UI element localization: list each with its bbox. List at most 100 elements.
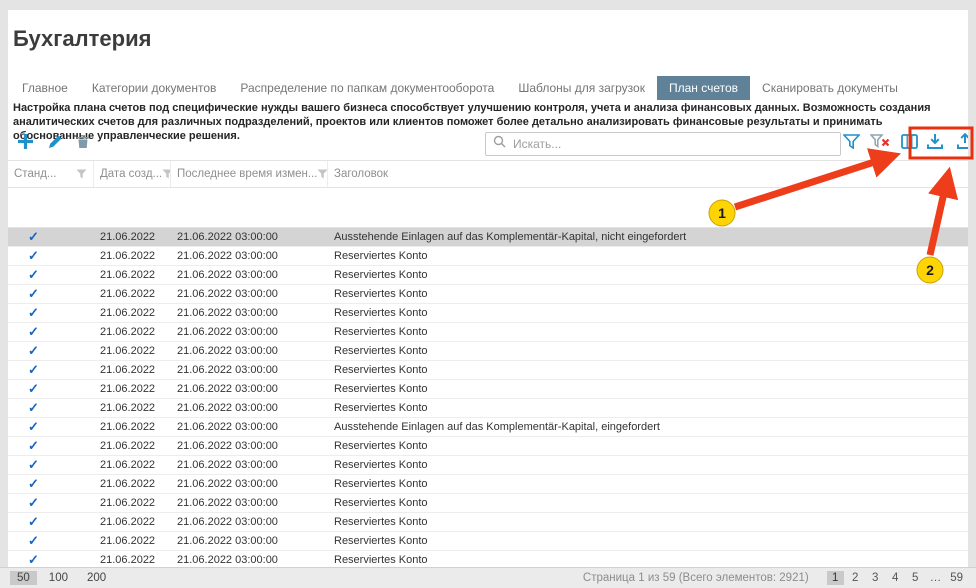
table-row[interactable]: ✓ 21.06.2022 21.06.2022 03:00:00 Reservi…: [8, 342, 968, 361]
table-row[interactable]: ✓ 21.06.2022 21.06.2022 03:00:00 Reservi…: [8, 475, 968, 494]
table-row[interactable]: ✓ 21.06.2022 21.06.2022 03:00:00 Reservi…: [8, 285, 968, 304]
table-row[interactable]: ✓ 21.06.2022 21.06.2022 03:00:00 Reservi…: [8, 304, 968, 323]
table-row[interactable]: ✓ 21.06.2022 21.06.2022 03:00:00 Reservi…: [8, 399, 968, 418]
table-row[interactable]: ✓ 21.06.2022 21.06.2022 03:00:00 Aussteh…: [8, 418, 968, 437]
checkbox-checked-icon[interactable]: ✓: [28, 306, 39, 320]
table-row[interactable]: ✓ 21.06.2022 21.06.2022 03:00:00 Reservi…: [8, 437, 968, 456]
search-input[interactable]: [513, 137, 833, 151]
row-checkbox-cell: ✓: [8, 249, 94, 263]
checkbox-checked-icon[interactable]: ✓: [28, 515, 39, 529]
row-checkbox-cell: ✓: [8, 496, 94, 510]
page-size-100[interactable]: 100: [42, 571, 75, 585]
column-chooser-button[interactable]: [897, 132, 921, 156]
row-date: 21.06.2022: [94, 307, 171, 319]
table-row[interactable]: ✓ 21.06.2022 21.06.2022 03:00:00 Reservi…: [8, 456, 968, 475]
column-header-title[interactable]: Заголовок: [328, 161, 968, 187]
delete-button[interactable]: [71, 132, 95, 156]
row-title: Reserviertes Konto: [328, 535, 968, 547]
row-title: Reserviertes Konto: [328, 478, 968, 490]
checkbox-checked-icon[interactable]: ✓: [28, 477, 39, 491]
table-row[interactable]: ✓ 21.06.2022 21.06.2022 03:00:00 Reservi…: [8, 532, 968, 551]
row-checkbox-cell: ✓: [8, 458, 94, 472]
table-row[interactable]: ✓ 21.06.2022 21.06.2022 03:00:00 Reservi…: [8, 494, 968, 513]
accounts-table: Станд... Дата созд... Последнее время из…: [8, 160, 968, 567]
checkbox-checked-icon[interactable]: ✓: [28, 458, 39, 472]
row-checkbox-cell: ✓: [8, 382, 94, 396]
table-row[interactable]: ✓ 21.06.2022 21.06.2022 03:00:00 Reservi…: [8, 551, 968, 567]
table-row[interactable]: ✓ 21.06.2022 21.06.2022 03:00:00 Reservi…: [8, 266, 968, 285]
row-datetime: 21.06.2022 03:00:00: [171, 554, 328, 566]
row-datetime: 21.06.2022 03:00:00: [171, 459, 328, 471]
row-datetime: 21.06.2022 03:00:00: [171, 421, 328, 433]
row-title: Reserviertes Konto: [328, 307, 968, 319]
filter-funnel-icon: [843, 134, 860, 154]
page-size-200[interactable]: 200: [80, 571, 113, 585]
row-title: Reserviertes Konto: [328, 440, 968, 452]
tab-main[interactable]: Главное: [10, 76, 80, 100]
tab-folder-distribution[interactable]: Распределение по папкам документооборота: [228, 76, 506, 100]
import-upload-button[interactable]: [953, 132, 968, 156]
checkbox-checked-icon[interactable]: ✓: [28, 553, 39, 567]
row-date: 21.06.2022: [94, 383, 171, 395]
column-header-last-modified[interactable]: Последнее время измен...: [171, 161, 328, 187]
table-row[interactable]: ✓ 21.06.2022 21.06.2022 03:00:00 Aussteh…: [8, 228, 968, 247]
page-button-4[interactable]: 4: [887, 571, 904, 585]
checkbox-checked-icon[interactable]: ✓: [28, 496, 39, 510]
page-button-3[interactable]: 3: [867, 571, 884, 585]
row-title: Reserviertes Konto: [328, 554, 968, 566]
page-title: Бухгалтерия: [13, 26, 151, 52]
checkbox-checked-icon[interactable]: ✓: [28, 268, 39, 282]
row-title: Reserviertes Konto: [328, 383, 968, 395]
row-date: 21.06.2022: [94, 440, 171, 452]
add-button[interactable]: [13, 132, 37, 156]
column-header-standard[interactable]: Станд...: [8, 161, 94, 187]
column-label: Дата созд...: [100, 168, 162, 180]
checkbox-checked-icon[interactable]: ✓: [28, 287, 39, 301]
table-row[interactable]: ✓ 21.06.2022 21.06.2022 03:00:00 Reservi…: [8, 513, 968, 532]
row-checkbox-cell: ✓: [8, 515, 94, 529]
edit-button[interactable]: [43, 132, 67, 156]
column-filter-icon[interactable]: [162, 169, 171, 179]
page-button-59[interactable]: 59: [947, 571, 966, 585]
checkbox-checked-icon[interactable]: ✓: [28, 401, 39, 415]
checkbox-checked-icon[interactable]: ✓: [28, 344, 39, 358]
row-title: Reserviertes Konto: [328, 345, 968, 357]
column-filter-icon[interactable]: [76, 169, 87, 179]
page-size-50[interactable]: 50: [10, 571, 37, 585]
checkbox-checked-icon[interactable]: ✓: [28, 382, 39, 396]
tab-upload-templates[interactable]: Шаблоны для загрузок: [506, 76, 657, 100]
checkbox-checked-icon[interactable]: ✓: [28, 249, 39, 263]
clear-filter-icon: [870, 134, 890, 154]
row-date: 21.06.2022: [94, 554, 171, 566]
edit-pencil-icon: [48, 134, 63, 154]
filter-row[interactable]: [8, 188, 968, 228]
clear-filter-button[interactable]: [868, 132, 892, 156]
export-download-button[interactable]: [923, 132, 947, 156]
checkbox-checked-icon[interactable]: ✓: [28, 363, 39, 377]
tab-chart-of-accounts[interactable]: План счетов: [657, 76, 750, 100]
row-datetime: 21.06.2022 03:00:00: [171, 516, 328, 528]
checkbox-checked-icon[interactable]: ✓: [28, 534, 39, 548]
tab-document-categories[interactable]: Категории документов: [80, 76, 229, 100]
table-row[interactable]: ✓ 21.06.2022 21.06.2022 03:00:00 Reservi…: [8, 361, 968, 380]
page-button-2[interactable]: 2: [847, 571, 864, 585]
add-icon: [16, 132, 35, 156]
checkbox-checked-icon[interactable]: ✓: [28, 420, 39, 434]
page-button-5[interactable]: 5: [907, 571, 924, 585]
row-checkbox-cell: ✓: [8, 534, 94, 548]
checkbox-checked-icon[interactable]: ✓: [28, 439, 39, 453]
column-header-date-created[interactable]: Дата созд...: [94, 161, 171, 187]
checkbox-checked-icon[interactable]: ✓: [28, 230, 39, 244]
table-row[interactable]: ✓ 21.06.2022 21.06.2022 03:00:00 Reservi…: [8, 247, 968, 266]
tab-scan-documents[interactable]: Сканировать документы: [750, 76, 910, 100]
table-row[interactable]: ✓ 21.06.2022 21.06.2022 03:00:00 Reservi…: [8, 323, 968, 342]
row-datetime: 21.06.2022 03:00:00: [171, 288, 328, 300]
row-title: Ausstehende Einlagen auf das Komplementä…: [328, 421, 968, 433]
row-date: 21.06.2022: [94, 231, 171, 243]
page-button-1[interactable]: 1: [827, 571, 844, 585]
filter-button[interactable]: [839, 132, 863, 156]
row-date: 21.06.2022: [94, 497, 171, 509]
table-row[interactable]: ✓ 21.06.2022 21.06.2022 03:00:00 Reservi…: [8, 380, 968, 399]
checkbox-checked-icon[interactable]: ✓: [28, 325, 39, 339]
column-filter-icon[interactable]: [317, 169, 328, 179]
